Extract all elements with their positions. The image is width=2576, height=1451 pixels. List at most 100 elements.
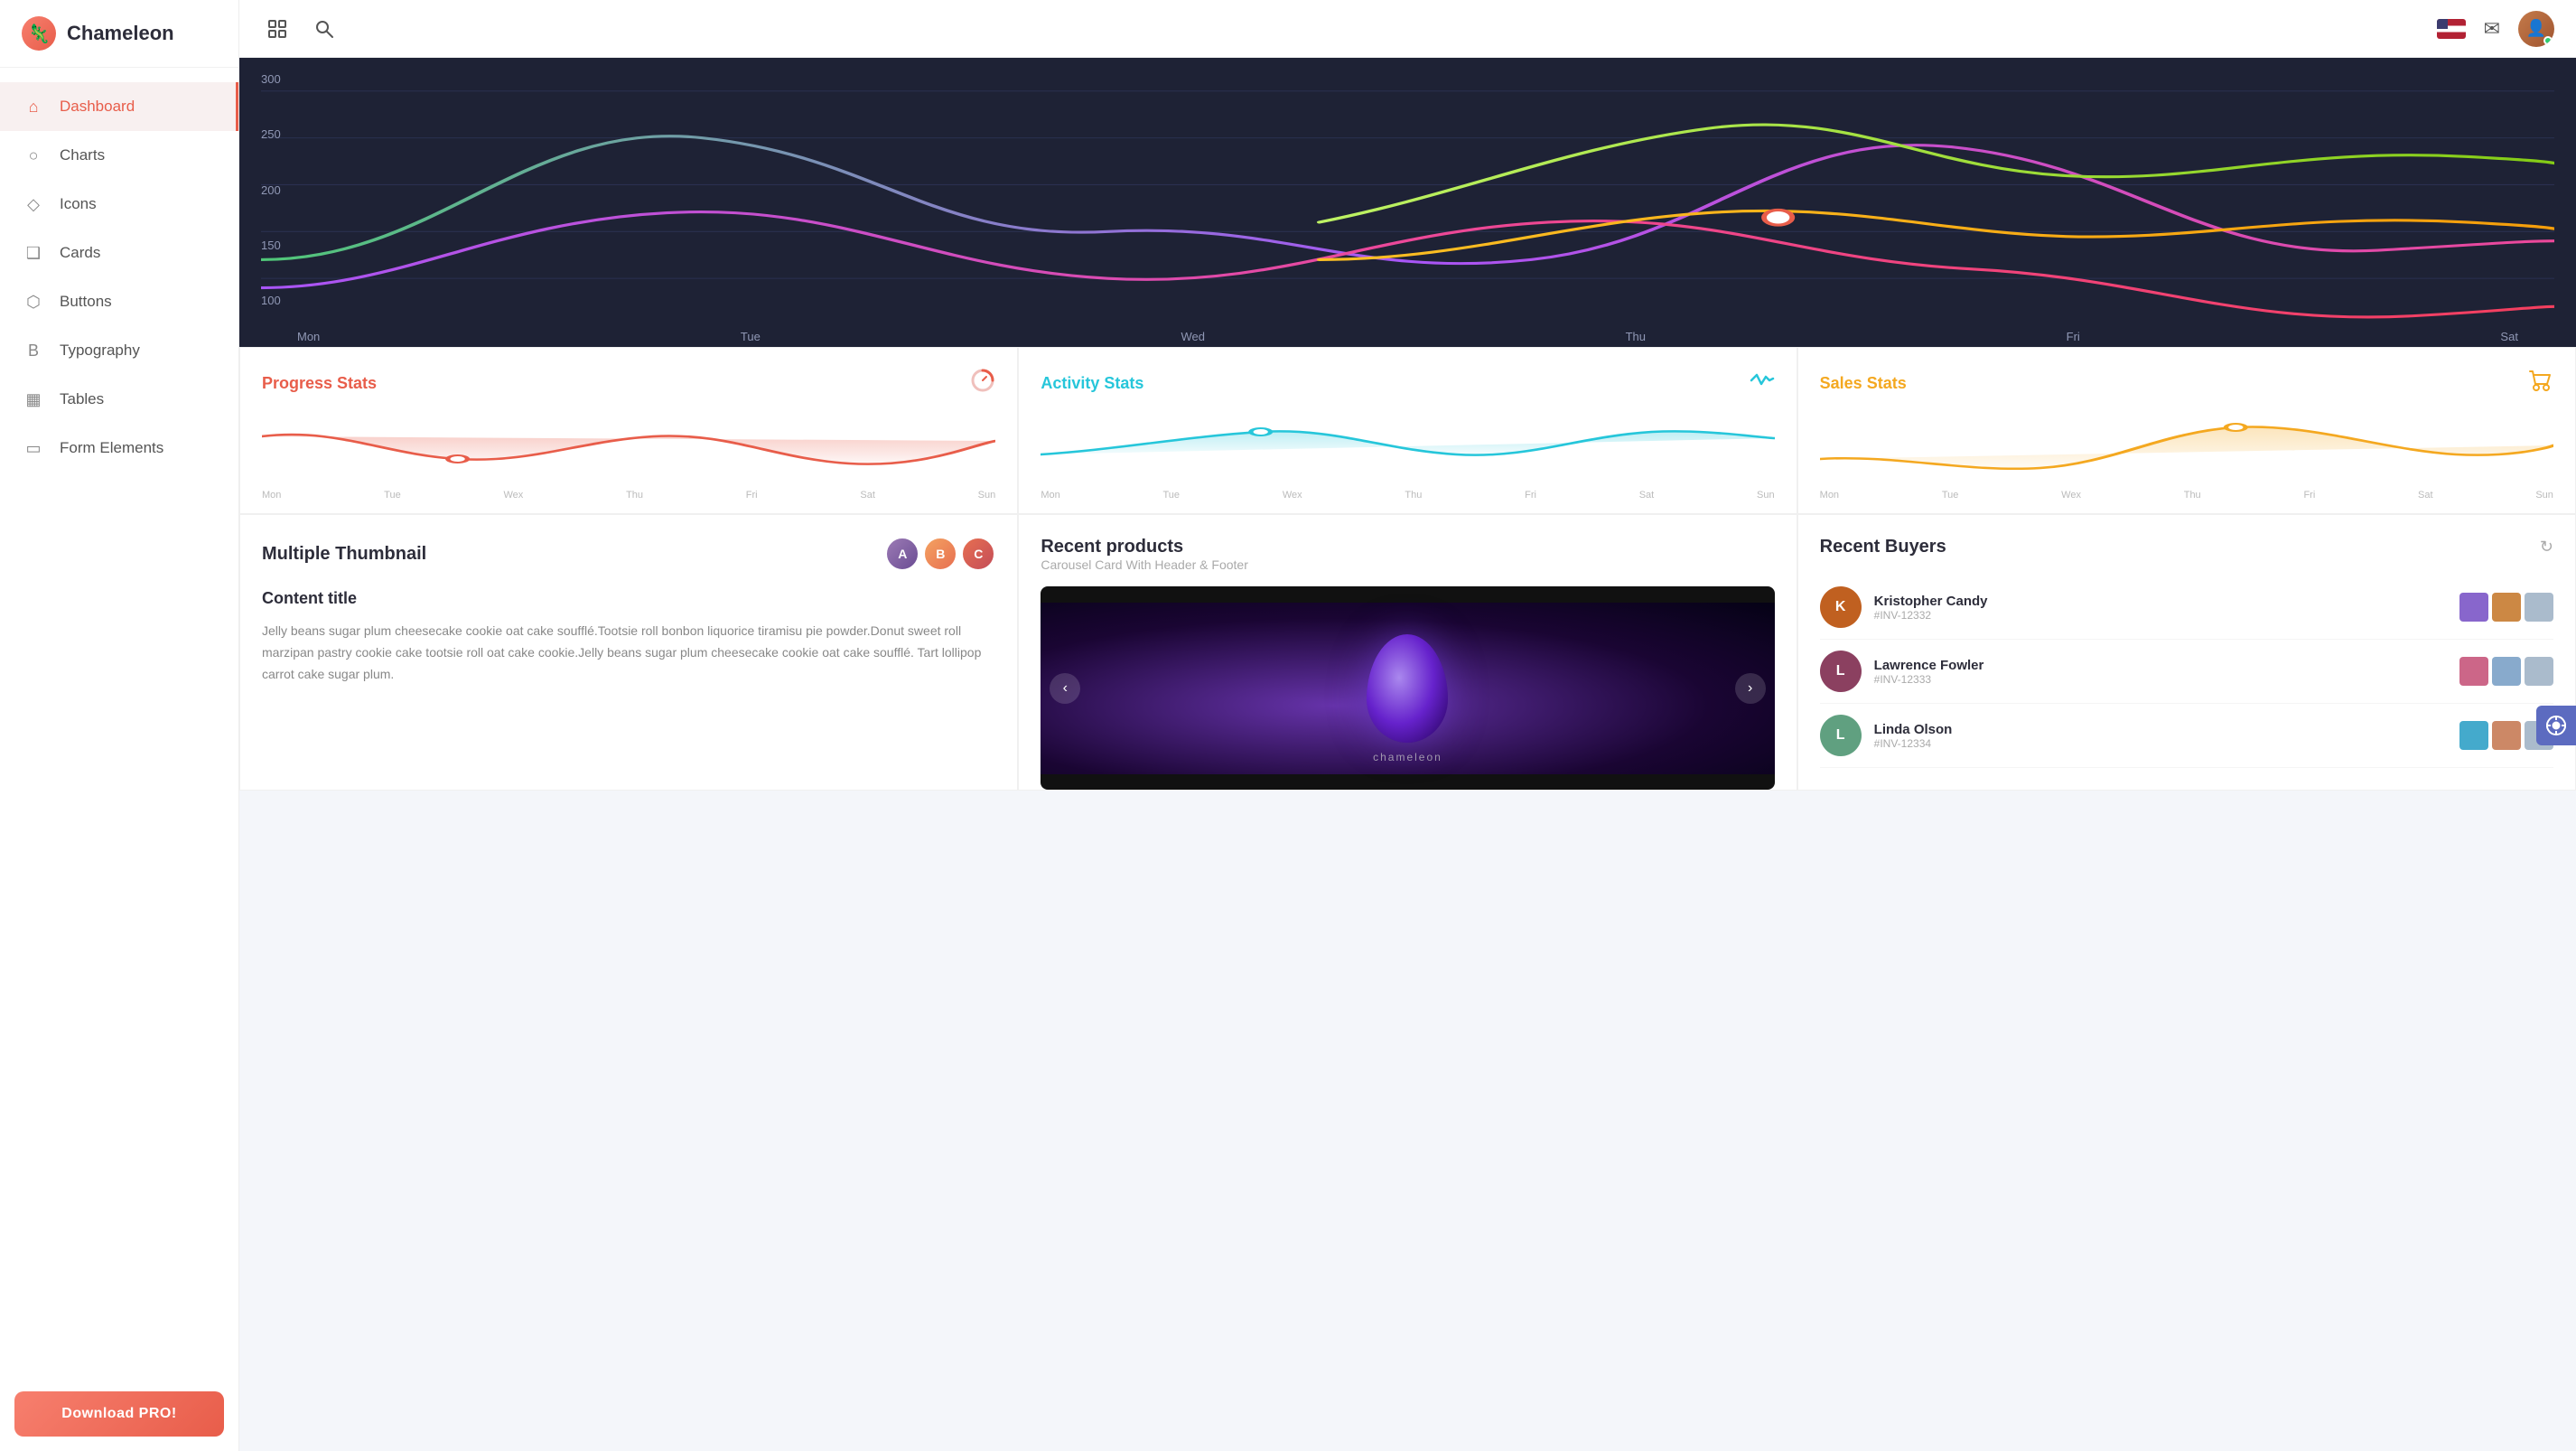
sidebar-logo: 🦎 Chameleon — [0, 0, 238, 68]
x-label-thu: Thu — [1626, 330, 1646, 343]
online-dot — [2543, 36, 2553, 45]
activity-x-labels: Mon Tue Wex Thu Fri Sat Sun — [1041, 486, 1774, 504]
main-chart-svg — [261, 72, 2554, 325]
sales-stats-title: Sales Stats — [1820, 374, 1907, 393]
typography-nav-icon: B — [22, 339, 45, 362]
y-label-150: 150 — [261, 239, 281, 252]
y-label-250: 250 — [261, 127, 281, 141]
buyer-avatar: L — [1820, 715, 1862, 756]
buyer-thumb-1 — [2459, 593, 2488, 622]
recent-buyers-card: Recent Buyers ↻ K Kristopher Candy #INV-… — [1797, 514, 2576, 791]
activity-mini-chart — [1041, 409, 1774, 482]
logo-icon: 🦎 — [22, 16, 56, 51]
expand-icon[interactable] — [261, 13, 294, 45]
progress-stats-card: Progress Stats — [239, 347, 1018, 514]
icons-nav-label: Icons — [60, 195, 97, 213]
cards-nav-icon: ❑ — [22, 241, 45, 265]
stats-row: Progress Stats — [239, 347, 2576, 514]
multi-card-title: Multiple Thumbnail — [262, 544, 426, 565]
recent-products-subtitle: Carousel Card With Header & Footer — [1041, 557, 1774, 572]
buyer-thumb-1 — [2459, 721, 2488, 750]
buyer-invoice: #INV-12333 — [1874, 673, 2447, 686]
carousel-image: chameleon — [1041, 603, 1774, 774]
logo-text: Chameleon — [67, 22, 174, 45]
sidebar-item-icons[interactable]: ◇ Icons — [0, 180, 238, 229]
form-elements-nav-icon: ▭ — [22, 436, 45, 460]
sidebar-item-form-elements[interactable]: ▭ Form Elements — [0, 424, 238, 473]
x-label-tue: Tue — [741, 330, 761, 343]
buyer-row: L Lawrence Fowler #INV-12333 — [1820, 640, 2553, 704]
x-label-mon: Mon — [297, 330, 320, 343]
buttons-nav-label: Buttons — [60, 293, 112, 311]
icons-nav-icon: ◇ — [22, 192, 45, 216]
buyer-thumb-2 — [2492, 657, 2521, 686]
activity-stats-card: Activity Stats — [1018, 347, 1797, 514]
x-label-wed: Wed — [1181, 330, 1205, 343]
buyer-name: Lawrence Fowler — [1874, 658, 2447, 673]
charts-nav-label: Charts — [60, 146, 105, 164]
buyer-invoice: #INV-12334 — [1874, 737, 2447, 750]
dashboard-nav-label: Dashboard — [60, 98, 135, 116]
carousel-prev-button[interactable]: ‹ — [1050, 673, 1080, 704]
sidebar-item-tables[interactable]: ▦ Tables — [0, 375, 238, 424]
buyer-avatar: K — [1820, 586, 1862, 628]
sidebar-item-buttons[interactable]: ⬡ Buttons — [0, 277, 238, 326]
tables-nav-icon: ▦ — [22, 388, 45, 411]
x-label-sat: Sat — [2500, 330, 2518, 343]
content-title: Content title — [262, 589, 995, 608]
main-chart-area: 300 250 200 150 100 — [239, 58, 2576, 347]
thumbnail-group: A B C — [885, 537, 995, 571]
x-label-fri: Fri — [2067, 330, 2080, 343]
buyer-name: Kristopher Candy — [1874, 594, 2447, 609]
thumb-3: C — [961, 537, 995, 571]
flag-icon[interactable] — [2437, 19, 2466, 39]
buyer-info: Kristopher Candy #INV-12332 — [1874, 594, 2447, 622]
buyer-thumbnails — [2459, 657, 2553, 686]
thumb-1: A — [885, 537, 919, 571]
sidebar-item-dashboard[interactable]: ⌂ Dashboard — [0, 82, 238, 131]
buyers-list: K Kristopher Candy #INV-12332 L Lawrence… — [1820, 576, 2553, 768]
y-label-300: 300 — [261, 72, 281, 86]
recent-products-card: Recent products Carousel Card With Heade… — [1018, 514, 1797, 791]
charts-nav-icon: ○ — [22, 144, 45, 167]
buyer-info: Linda Olson #INV-12334 — [1874, 722, 2447, 750]
sales-mini-chart — [1820, 409, 2553, 482]
main-content: ✉ 👤 300 250 200 150 100 — [239, 0, 2576, 1451]
bottom-row: Multiple Thumbnail A B C Content title J… — [239, 514, 2576, 791]
multiple-thumbnail-card: Multiple Thumbnail A B C Content title J… — [239, 514, 1018, 791]
buyer-thumb-3 — [2525, 593, 2553, 622]
y-label-200: 200 — [261, 183, 281, 197]
sidebar-item-typography[interactable]: B Typography — [0, 326, 238, 375]
sidebar-nav: ⌂ Dashboard ○ Charts ◇ Icons ❑ Cards ⬡ B… — [0, 68, 238, 1377]
sales-stats-icon — [2528, 368, 2553, 398]
buyer-info: Lawrence Fowler #INV-12333 — [1874, 658, 2447, 686]
buttons-nav-icon: ⬡ — [22, 290, 45, 314]
y-label-100: 100 — [261, 294, 281, 307]
content-body: Jelly beans sugar plum cheesecake cookie… — [262, 621, 995, 685]
buyer-row: L Linda Olson #INV-12334 — [1820, 704, 2553, 768]
sidebar-item-cards[interactable]: ❑ Cards — [0, 229, 238, 277]
user-avatar[interactable]: 👤 — [2518, 11, 2554, 47]
carousel-orb — [1367, 634, 1448, 743]
buyer-row: K Kristopher Candy #INV-12332 — [1820, 576, 2553, 640]
cards-nav-label: Cards — [60, 244, 100, 262]
thumb-2: B — [923, 537, 957, 571]
refresh-icon[interactable]: ↻ — [2540, 538, 2553, 557]
topbar-right: ✉ 👤 — [2437, 11, 2554, 47]
buyer-invoice: #INV-12332 — [1874, 609, 2447, 622]
carousel-next-button[interactable]: › — [1735, 673, 1766, 704]
settings-button[interactable] — [2536, 706, 2576, 745]
search-icon[interactable] — [308, 13, 341, 45]
download-pro-button[interactable]: Download PRO! — [14, 1391, 224, 1437]
buyer-thumb-1 — [2459, 657, 2488, 686]
sidebar-item-charts[interactable]: ○ Charts — [0, 131, 238, 180]
tables-nav-label: Tables — [60, 390, 104, 408]
carousel-brand-label: chameleon — [1373, 751, 1442, 763]
mail-icon[interactable]: ✉ — [2484, 17, 2500, 41]
dashboard-nav-icon: ⌂ — [22, 95, 45, 118]
buyer-thumb-2 — [2492, 721, 2521, 750]
progress-mini-chart — [262, 409, 995, 482]
progress-x-labels: Mon Tue Wex Thu Fri Sat Sun — [262, 486, 995, 504]
content-area: 300 250 200 150 100 — [239, 58, 2576, 1451]
sales-stats-card: Sales Stats — [1797, 347, 2576, 514]
